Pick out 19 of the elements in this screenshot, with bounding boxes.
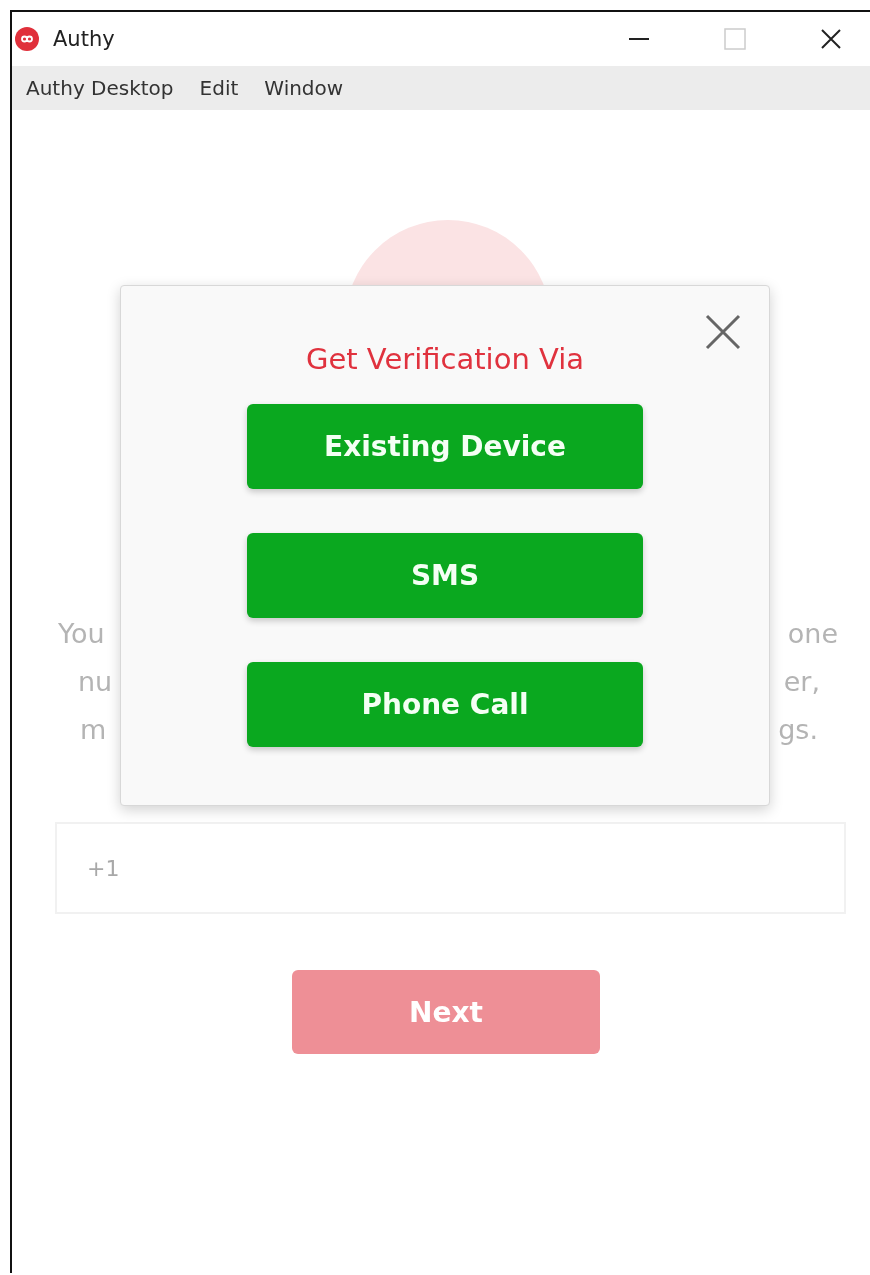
description-text: You (58, 618, 105, 651)
description-text: gs. (778, 714, 818, 747)
description-text: m (80, 714, 107, 747)
menu-item[interactable]: Edit (199, 76, 239, 100)
option-button[interactable]: SMS (247, 533, 643, 618)
description-text: nu (78, 666, 113, 699)
dialog-title: Get Verification Via (305, 342, 585, 376)
description-text: er, (783, 666, 820, 699)
next-button[interactable]: Next (292, 970, 600, 1054)
phone-field[interactable]: +1 (55, 822, 846, 914)
option-button[interactable]: Phone Call (247, 662, 643, 747)
window-title: Authy (53, 27, 115, 51)
app-logo-icon (15, 27, 39, 51)
close-icon[interactable] (820, 28, 842, 50)
menu-item[interactable]: Authy Desktop (26, 76, 174, 100)
country-code: +1 (87, 855, 120, 881)
option-button[interactable]: Existing Device (247, 404, 643, 489)
menu-item[interactable]: Window (264, 76, 344, 100)
description-text: one (787, 618, 838, 651)
